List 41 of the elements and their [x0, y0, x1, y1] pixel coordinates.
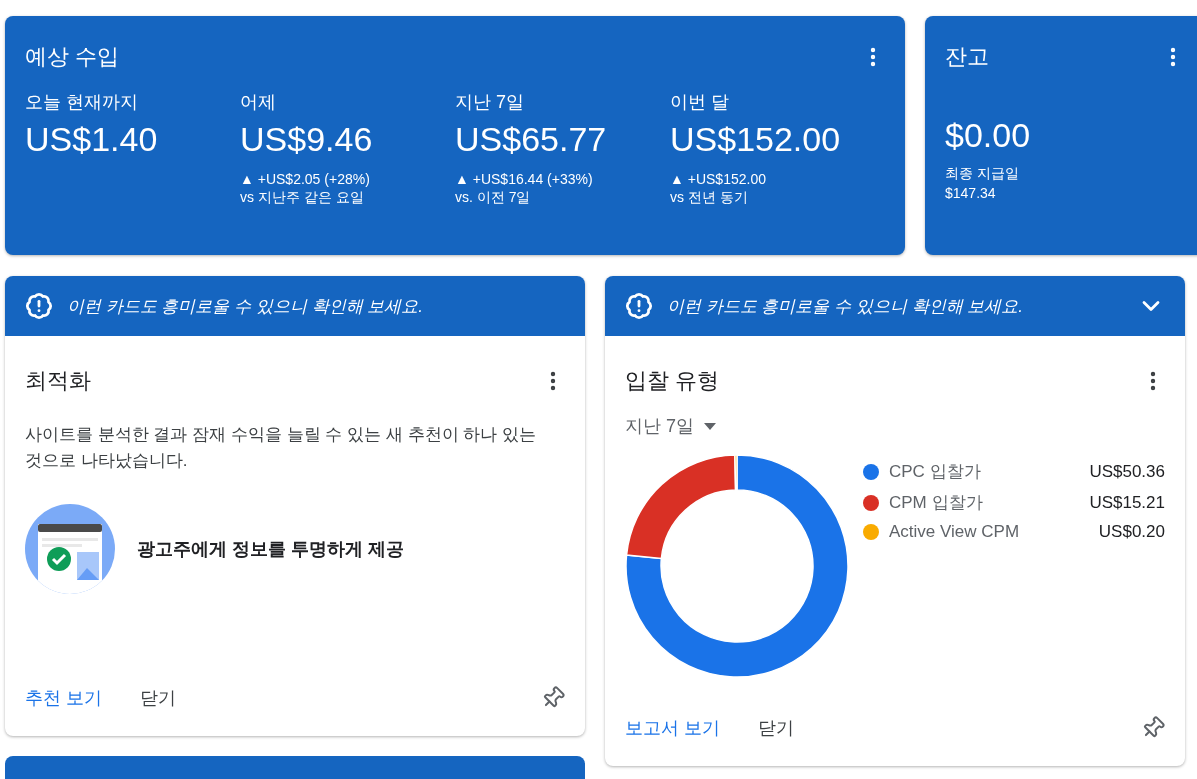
metric-label: 이번 달	[670, 91, 730, 114]
legend-value: US$0.20	[1098, 522, 1165, 542]
legend-label: Active View CPM	[889, 522, 1021, 542]
alert-badge-icon	[25, 292, 53, 320]
metric-value: US$9.46	[240, 120, 374, 159]
pin-icon[interactable]	[541, 686, 565, 710]
metric-change: ▲ +US$152.00	[670, 171, 767, 187]
metric-label: 어제	[240, 91, 277, 114]
payment-amount: $147.34	[945, 185, 997, 201]
metric-comparison: vs 지난주 같은 요일	[240, 189, 365, 207]
legend-label: CPC 입찰가	[889, 461, 982, 483]
period-dropdown[interactable]: 지난 7일	[625, 414, 716, 438]
card-title: 예상 수입	[25, 43, 120, 71]
recommendation-title: 광고주에게 정보를 투명하게 제공	[137, 538, 404, 561]
metric-value: US$152.00	[670, 120, 842, 159]
card-description: 사이트를 분석한 결과 잠재 수익을 늘릴 수 있는 새 추천이 하나 있는 것으로 나타났습니다.	[25, 424, 537, 472]
payment-label: 최종 지급일	[945, 165, 1020, 183]
card-title: 잔고	[945, 43, 989, 71]
metric-change: ▲ +US$2.05 (+28%)	[240, 171, 371, 187]
pin-icon[interactable]	[1141, 716, 1165, 740]
metric-label: 지난 7일	[455, 91, 525, 114]
banner-text: 이런 카드도 흥미로울 수 있으니 확인해 보세요.	[67, 295, 425, 318]
metric-change: ▲ +US$16.44 (+33%)	[455, 171, 594, 187]
action-link[interactable]: 보고서 보기	[619, 712, 726, 744]
legend-label: CPM 입찰가	[889, 492, 984, 514]
metric-value: US$65.77	[455, 120, 608, 159]
metric-label: 오늘 현재까지	[25, 91, 139, 114]
card-title: 입찰 유형	[625, 367, 720, 395]
action-link[interactable]: 추천 보기	[19, 682, 108, 714]
legend-value: US$50.36	[1089, 461, 1165, 482]
caret-icon	[704, 422, 716, 430]
balance-value: $0.00	[945, 116, 1032, 155]
metric-comparison: vs. 이전 7일	[455, 189, 532, 207]
metric-comparison: vs 전년 동기	[670, 189, 749, 207]
card-title: 최적화	[25, 367, 91, 395]
action-link[interactable]: 닫기	[134, 682, 182, 714]
metric-value: US$1.40	[25, 120, 159, 159]
action-link[interactable]: 닫기	[752, 712, 800, 744]
alert-badge-icon	[625, 292, 653, 320]
legend-value: US$15.21	[1089, 492, 1165, 513]
banner-text: 이런 카드도 흥미로울 수 있으니 확인해 보세요.	[667, 295, 1025, 318]
